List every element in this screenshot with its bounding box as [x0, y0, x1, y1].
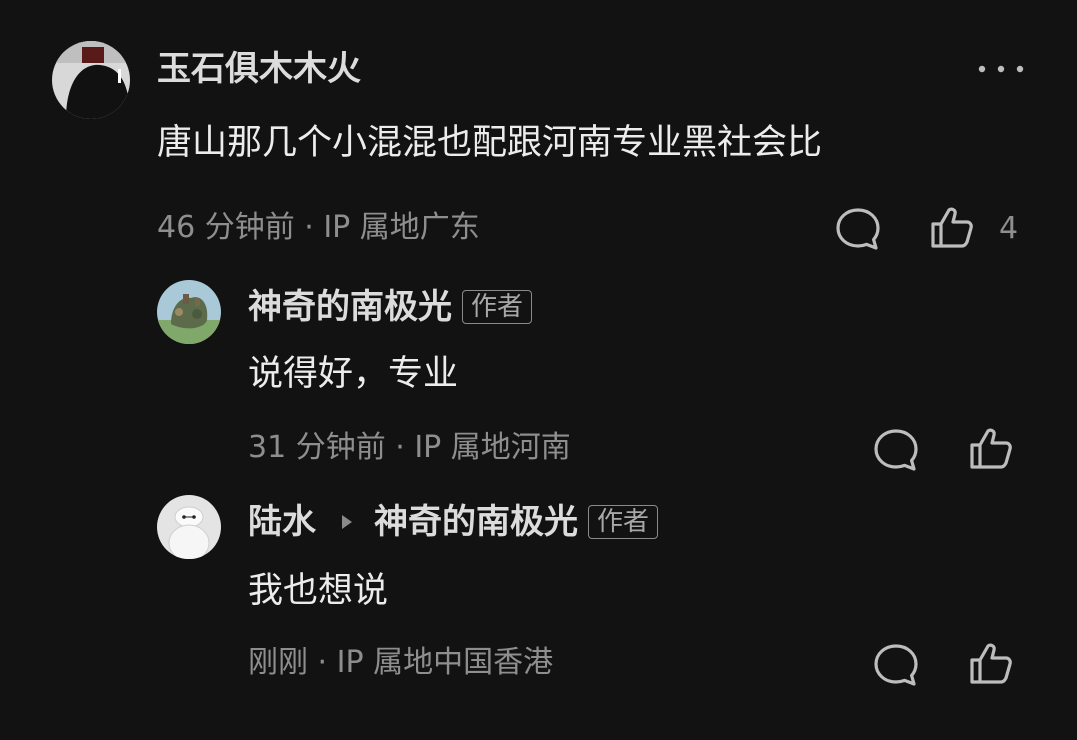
like-count: 4	[999, 211, 1019, 246]
reply-meta: 31 分钟前 · IP 属地河南	[248, 430, 571, 465]
like-thumb-icon[interactable]	[968, 425, 1014, 471]
reply-content: 说得好，专业	[248, 354, 459, 394]
reply-content: 我也想说	[248, 571, 389, 611]
more-dots-icon[interactable]	[976, 62, 1026, 76]
reply-header: 陆水 神奇的南极光 作者	[248, 501, 659, 543]
reply-username[interactable]: 陆水	[248, 505, 316, 539]
reply-to-username[interactable]: 神奇的南极光	[374, 505, 578, 539]
reply-username[interactable]: 神奇的南极光	[248, 290, 452, 324]
reply-icon[interactable]	[872, 427, 920, 473]
author-badge: 作者	[588, 505, 659, 539]
like-thumb-icon[interactable]	[968, 640, 1014, 686]
author-badge: 作者	[462, 290, 533, 324]
reply-meta: 刚刚 · IP 属地中国香港	[248, 645, 554, 680]
avatar[interactable]	[52, 41, 130, 119]
avatar[interactable]	[157, 280, 221, 344]
reply-to-arrow-icon	[342, 515, 352, 529]
reply-icon[interactable]	[872, 642, 920, 688]
comment-content: 唐山那几个小混混也配跟河南专业黑社会比	[157, 123, 823, 163]
like-thumb-icon[interactable]	[929, 204, 975, 250]
avatar[interactable]	[157, 495, 221, 559]
comment-meta: 46 分钟前 · IP 属地广东	[157, 210, 480, 245]
reply-header: 神奇的南极光 作者	[248, 286, 533, 328]
reply-icon[interactable]	[834, 206, 882, 252]
comment-username[interactable]: 玉石俱木木火	[157, 52, 361, 86]
